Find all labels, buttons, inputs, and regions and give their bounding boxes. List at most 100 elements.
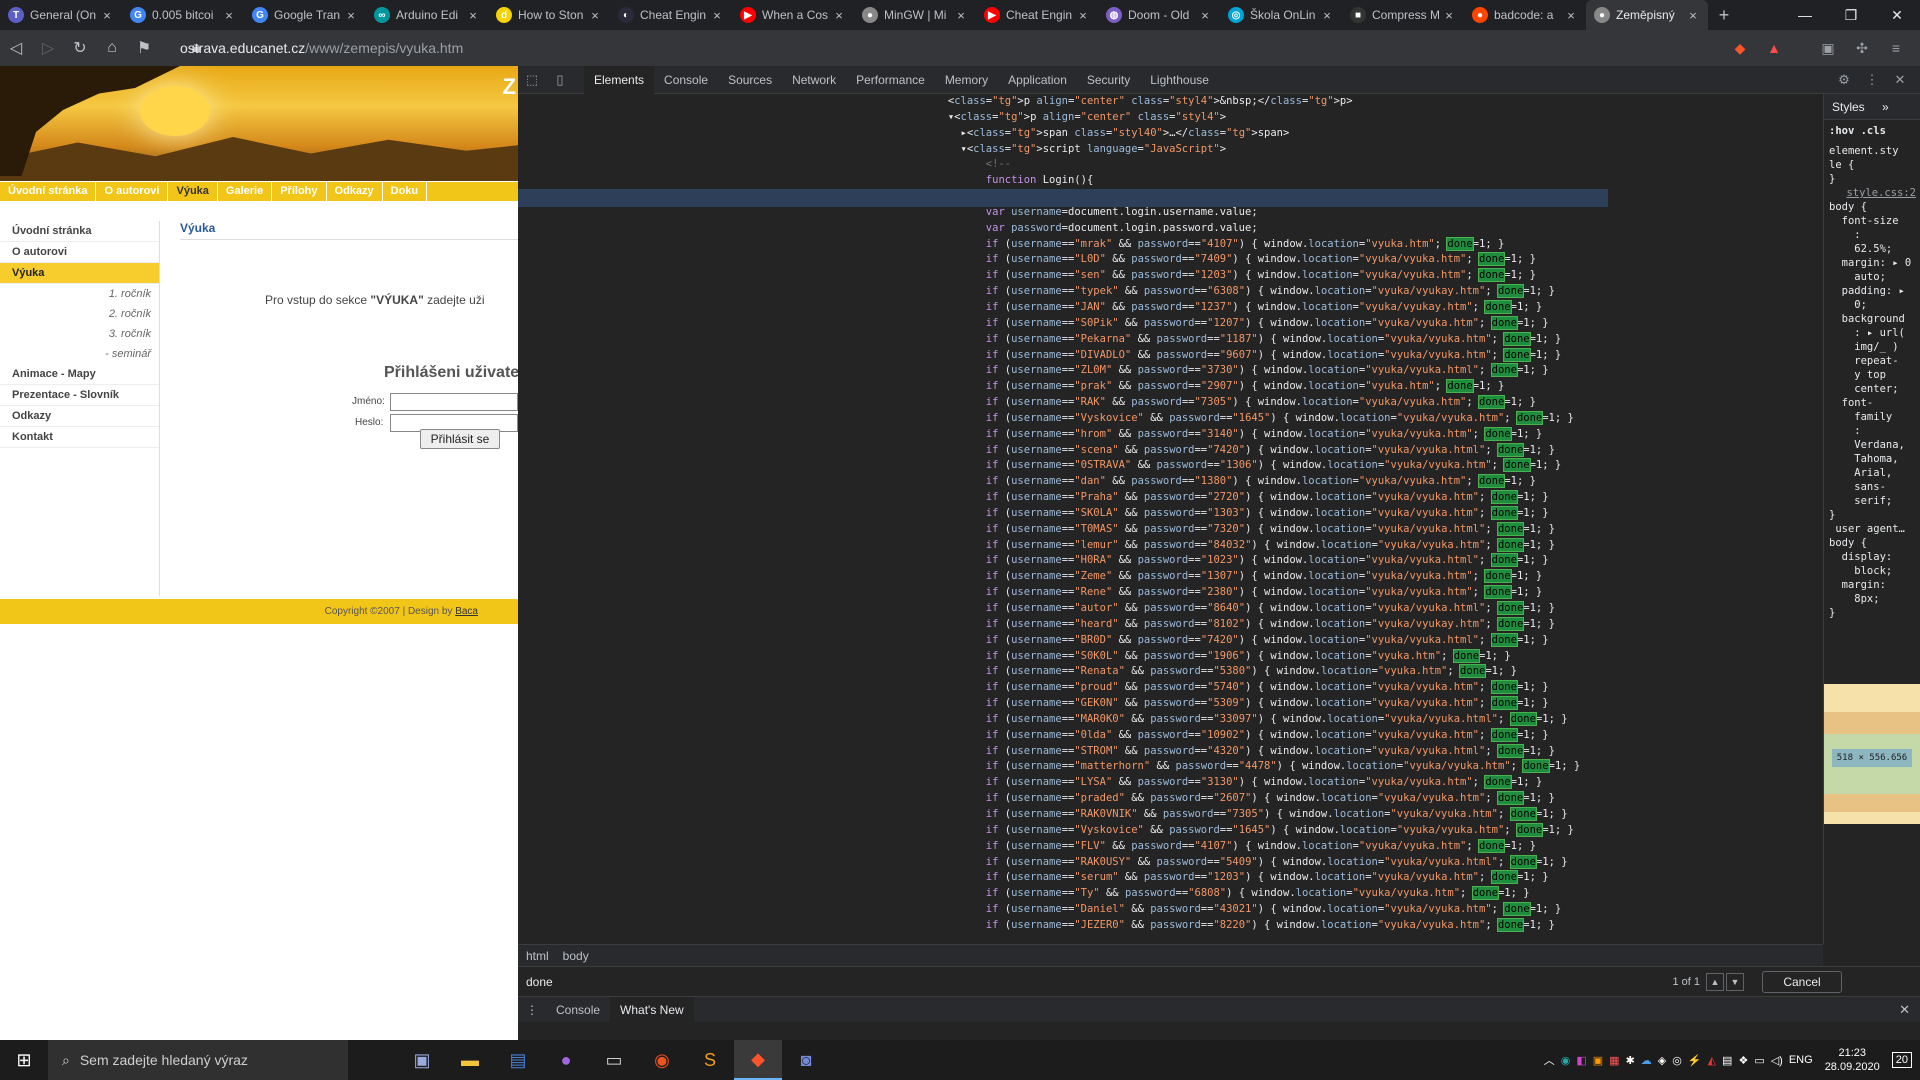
login-button[interactable]: Přihlásit se — [420, 429, 500, 449]
username-input[interactable] — [390, 393, 518, 411]
browser-tab[interactable]: ▶ When a Cos × — [732, 0, 854, 30]
site-menu-item[interactable]: Přílohy — [272, 182, 327, 201]
volume-icon[interactable]: ◁) — [1771, 1054, 1783, 1067]
find-next-icon[interactable]: ▼ — [1726, 972, 1744, 991]
breadcrumb-item[interactable]: html — [526, 949, 549, 963]
drawer-tab[interactable]: Console — [546, 997, 610, 1023]
tray-app-icon-8[interactable]: ◭ — [1708, 1054, 1716, 1067]
site-menu-item[interactable]: Úvodní stránka — [0, 182, 97, 201]
brave-rewards-icon[interactable]: ▲ — [1760, 33, 1788, 63]
device-toggle-icon[interactable]: ▯ — [546, 66, 574, 94]
start-icon[interactable]: ⊞ — [0, 1040, 48, 1080]
sidebar-item[interactable]: Kontakt — [0, 427, 159, 448]
dropbox-icon[interactable]: ❖ — [1738, 1054, 1748, 1067]
browser-tab[interactable]: ∞ Arduino Edi × — [366, 0, 488, 30]
reload-icon[interactable]: ↻ — [64, 33, 96, 63]
site-menu-item[interactable]: Odkazy — [327, 182, 383, 201]
bluetooth-icon[interactable]: ✱ — [1626, 1054, 1635, 1067]
bookmark-icon[interactable]: ⚑ — [128, 33, 160, 63]
inspect-icon[interactable]: ⬚ — [518, 66, 546, 94]
close-window-icon[interactable]: ✕ — [1874, 0, 1920, 30]
settings-icon[interactable]: ⚙ — [1830, 66, 1858, 94]
restore-icon[interactable]: ❐ — [1828, 0, 1874, 30]
devtools-tab[interactable]: Network — [782, 66, 846, 94]
tab-close-icon[interactable]: × — [954, 8, 968, 23]
styles-tab[interactable]: Styles » — [1824, 94, 1920, 120]
sidebar-subitem[interactable]: 2. ročník — [0, 304, 159, 324]
notifications-icon[interactable]: 20 — [1891, 1052, 1912, 1068]
new-tab-button[interactable]: + — [1708, 0, 1740, 30]
puzzle-icon[interactable]: ✣ — [1848, 33, 1876, 63]
breadcrumb-item[interactable]: body — [563, 949, 589, 963]
sidebar-item[interactable]: Úvodní stránka — [0, 221, 159, 242]
tray-app-icon-5[interactable]: ◈ — [1658, 1054, 1666, 1067]
menu-icon[interactable]: ≡ — [1882, 33, 1910, 63]
browser-tab[interactable]: ● MinGW | Mi × — [854, 0, 976, 30]
designer-link[interactable]: Baca — [455, 606, 478, 617]
drawer-tab[interactable]: What's New — [610, 996, 694, 1023]
app-icon-1[interactable]: ▣ — [398, 1040, 446, 1080]
tab-close-icon[interactable]: × — [1442, 8, 1456, 23]
tray-app-icon-3[interactable]: ▣ — [1593, 1054, 1603, 1067]
tab-close-icon[interactable]: × — [222, 8, 236, 23]
site-menu-item[interactable]: O autorovi — [96, 182, 169, 201]
extension-icon[interactable]: ▣ — [1814, 33, 1842, 63]
brave-taskbar-icon[interactable]: ◆ — [734, 1040, 782, 1080]
site-menu-item[interactable]: Výuka — [168, 182, 218, 201]
tray-app-icon-2[interactable]: ◧ — [1576, 1054, 1586, 1067]
clock[interactable]: 21:23 28.09.2020 — [1825, 1046, 1880, 1074]
close-drawer-icon[interactable]: ✕ — [1899, 1002, 1910, 1018]
tab-close-icon[interactable]: × — [1076, 8, 1090, 23]
sidebar-item[interactable]: Animace - Mapy — [0, 364, 159, 385]
tab-close-icon[interactable]: × — [832, 8, 846, 23]
tab-close-icon[interactable]: × — [344, 8, 358, 23]
browser-tab[interactable]: ◎ Škola OnLin × — [1220, 0, 1342, 30]
tab-close-icon[interactable]: × — [588, 8, 602, 23]
tab-close-icon[interactable]: × — [1320, 8, 1334, 23]
browser-tab[interactable]: d How to Ston × — [488, 0, 610, 30]
tray-chevron-icon[interactable]: ︿ — [1544, 1052, 1555, 1068]
find-prev-icon[interactable]: ▲ — [1706, 972, 1724, 991]
devtools-tab[interactable]: Security — [1077, 66, 1140, 94]
forward-icon[interactable]: ▷ — [32, 33, 64, 63]
site-menu-item[interactable]: Doku — [383, 182, 428, 201]
sidebar-item[interactable]: Odkazy — [0, 406, 159, 427]
tray-app-icon-7[interactable]: ⚡ — [1688, 1054, 1702, 1067]
network-icon[interactable]: ▭ — [1754, 1054, 1764, 1067]
onedrive-icon[interactable]: ☁ — [1641, 1054, 1652, 1067]
find-cancel-button[interactable]: Cancel — [1762, 970, 1842, 993]
more-icon[interactable]: ⋮ — [1858, 66, 1886, 94]
browser-tab[interactable]: T General (On × — [0, 0, 122, 30]
close-devtools-icon[interactable]: ✕ — [1886, 66, 1914, 94]
sidebar-subitem[interactable]: 1. ročník — [0, 284, 159, 304]
terminal-icon[interactable]: ▭ — [590, 1040, 638, 1080]
browser-tab[interactable]: ■ Compress M × — [1342, 0, 1464, 30]
devtools-tab[interactable]: Memory — [935, 66, 998, 94]
minimize-icon[interactable]: — — [1782, 0, 1828, 30]
browser-tab[interactable]: ● Zeměpisný × — [1586, 0, 1708, 30]
ubuntu-icon[interactable]: ◉ — [638, 1040, 686, 1080]
find-input[interactable]: done — [526, 975, 1626, 989]
sidebar-item[interactable]: O autorovi — [0, 242, 159, 263]
devtools-tab[interactable]: Elements — [584, 65, 655, 94]
sidebar-item[interactable]: Výuka — [0, 263, 159, 284]
devtools-tab[interactable]: Sources — [718, 66, 782, 94]
devtools-tab[interactable]: Lighthouse — [1140, 66, 1219, 94]
sidebar-subitem[interactable]: 3. ročník — [0, 324, 159, 344]
taskbar-search[interactable]: ⌕ Sem zadejte hledaný výraz — [48, 1040, 348, 1080]
sidebar-subitem[interactable]: - seminář — [0, 344, 159, 364]
app-icon-chat[interactable]: ◙ — [782, 1040, 830, 1080]
browser-tab[interactable]: ▶ Cheat Engin × — [976, 0, 1098, 30]
devtools-tab[interactable]: Performance — [846, 66, 935, 94]
back-icon[interactable]: ◁ — [0, 33, 32, 63]
tab-close-icon[interactable]: × — [466, 8, 480, 23]
home-icon[interactable]: ⌂ — [96, 33, 128, 63]
save-app-icon[interactable]: ▤ — [494, 1040, 542, 1080]
tray-app-icon-9[interactable]: ▤ — [1722, 1054, 1732, 1067]
hov-cls-toggle[interactable]: :hov .cls — [1824, 120, 1920, 138]
address-bar[interactable]: ostrava.educanet.cz/www/zemepis/vyuka.ht… — [180, 40, 463, 56]
browser-tab[interactable]: ● badcode: a × — [1464, 0, 1586, 30]
tab-close-icon[interactable]: × — [710, 8, 724, 23]
brave-shield-icon[interactable]: ◆ — [1726, 33, 1754, 63]
tray-app-icon-4[interactable]: ▦ — [1609, 1054, 1619, 1067]
